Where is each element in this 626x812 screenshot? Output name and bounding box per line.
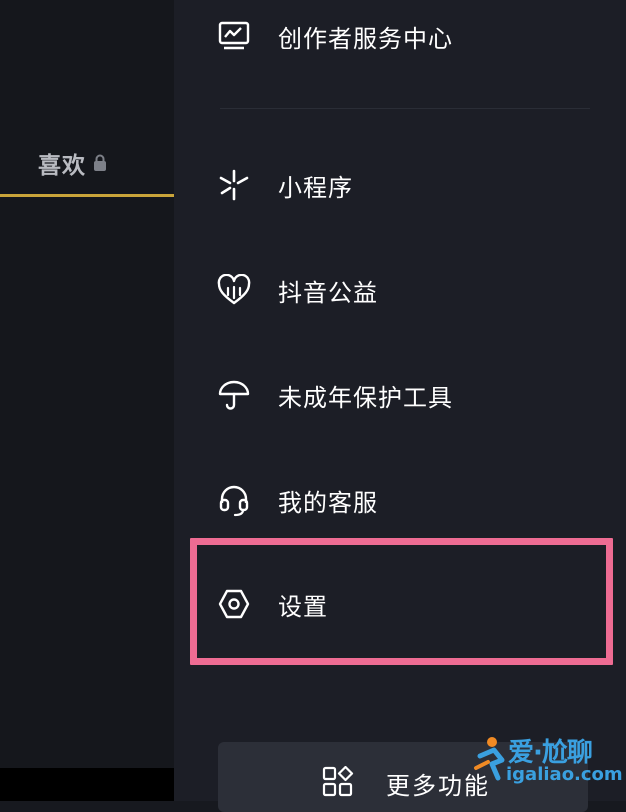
watermark: 爱·尬聊 igaliao.com	[470, 732, 623, 792]
monitor-chart-icon	[216, 18, 252, 54]
side-menu-drawer: 创作者服务中心 小程序 抖音公益 未成年保护工具 我的客服 设置	[174, 0, 626, 801]
menu-item-mini-programs[interactable]: 小程序	[216, 159, 353, 211]
profile-background: 喜欢	[0, 0, 174, 801]
heart-charity-icon	[216, 272, 252, 308]
menu-item-minor-protection[interactable]: 未成年保护工具	[216, 369, 453, 421]
menu-divider	[220, 108, 590, 109]
umbrella-icon	[216, 377, 252, 413]
bottom-bar	[0, 768, 174, 801]
watermark-logo	[474, 737, 505, 781]
headset-icon	[216, 482, 252, 518]
menu-item-charity[interactable]: 抖音公益	[216, 264, 378, 316]
watermark-url: igaliao.com	[506, 764, 623, 785]
settings-highlight-box	[190, 538, 613, 665]
menu-item-creator-center[interactable]: 创作者服务中心	[216, 10, 453, 62]
menu-item-label: 未成年保护工具	[278, 383, 453, 412]
menu-item-label: 创作者服务中心	[278, 24, 453, 53]
grid-icon	[322, 766, 354, 797]
menu-item-customer-service[interactable]: 我的客服	[216, 474, 378, 526]
tab-active-indicator	[0, 194, 174, 197]
menu-item-label: 我的客服	[278, 488, 378, 517]
menu-item-label: 抖音公益	[278, 278, 378, 307]
lock-icon	[94, 154, 106, 171]
menu-item-label: 小程序	[278, 173, 353, 202]
tab-likes-label: 喜欢	[38, 153, 86, 179]
tab-likes[interactable]: 喜欢	[38, 146, 108, 180]
mini-program-icon	[216, 167, 252, 203]
